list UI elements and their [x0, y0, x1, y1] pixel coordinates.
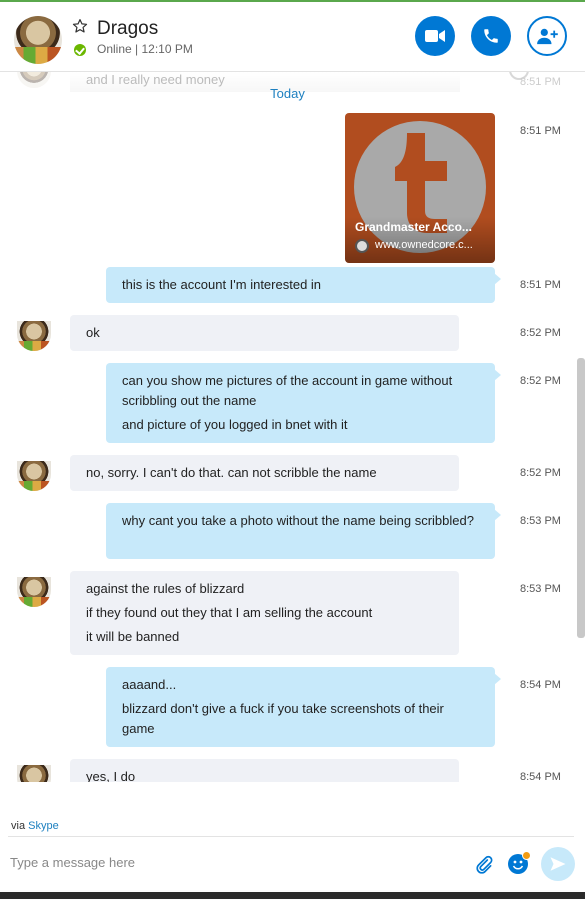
sender-avatar[interactable] [17, 577, 51, 607]
message-time: 8:51 PM [520, 76, 561, 88]
message-text: it will be banned [86, 629, 180, 644]
star-icon[interactable] [72, 18, 88, 34]
send-button[interactable] [541, 847, 575, 881]
outgoing-message[interactable]: aaaand... blizzard don't give a fuck if y… [106, 667, 501, 747]
link-url: www.ownedcore.c... [375, 239, 473, 251]
message-text: no, sorry. I can't do that. can not scri… [86, 465, 377, 480]
video-call-icon [425, 30, 445, 42]
conversation-header: Dragos Online | 12:10 PM [0, 2, 585, 72]
chat-window: Dragos Online | 12:10 PM and I really ne… [0, 0, 585, 899]
link-preview-card[interactable]: Grandmaster Acco... www.ownedcore.c... [345, 113, 495, 263]
sender-avatar[interactable] [17, 461, 51, 491]
message-text: against the rules of blizzard [86, 581, 245, 596]
message-text: can you show me pictures of the account … [122, 373, 453, 408]
incoming-message[interactable]: ok [70, 315, 459, 351]
compose-divider [8, 836, 574, 837]
online-check-icon [74, 44, 86, 56]
add-person-icon [537, 28, 558, 45]
scrollbar-thumb[interactable] [577, 358, 585, 638]
message-text: this is the account I'm interested in [122, 277, 322, 292]
video-call-button[interactable] [415, 16, 455, 56]
phone-icon [484, 29, 498, 43]
attach-icon[interactable] [474, 855, 494, 875]
message-time: 8:52 PM [520, 375, 561, 387]
sender-avatar[interactable] [17, 765, 51, 782]
add-people-button[interactable] [527, 16, 567, 56]
message-text: aaaand... [122, 677, 177, 692]
send-icon [550, 857, 566, 871]
message-time: 8:51 PM [520, 125, 561, 137]
message-time: 8:54 PM [520, 679, 561, 691]
skype-link[interactable]: Skype [28, 820, 59, 832]
message-text: if they found out they that I am selling… [86, 605, 373, 620]
incoming-message[interactable]: against the rules of blizzard if they fou… [70, 571, 459, 655]
message-text: blizzard don't give a fuck if you take s… [122, 701, 444, 736]
message-list[interactable]: and I really need money Today Grandmaste… [0, 72, 585, 782]
message-time: 8:52 PM [520, 467, 561, 479]
message-time: 8:51 PM [520, 279, 561, 291]
message-text: ok [86, 325, 100, 340]
contact-name[interactable]: Dragos [97, 18, 158, 40]
outgoing-message[interactable]: this is the account I'm interested in [106, 267, 501, 303]
message-text: yes, I do [86, 769, 136, 782]
message-time: 8:54 PM [520, 771, 561, 782]
message-text: why cant you take a photo without the na… [122, 513, 474, 528]
link-title: Grandmaster Acco... [355, 220, 472, 234]
message-time: 8:53 PM [520, 515, 561, 527]
outgoing-message[interactable]: can you show me pictures of the account … [106, 363, 501, 443]
outgoing-message[interactable]: why cant you take a photo without the na… [106, 503, 501, 559]
message-time: 8:52 PM [520, 327, 561, 339]
sender-avatar[interactable] [17, 321, 51, 351]
day-separator: Today [270, 86, 305, 101]
message-time: 8:53 PM [520, 583, 561, 595]
via-skype: via Skype [11, 820, 59, 832]
incoming-message[interactable]: yes, I do [70, 759, 459, 782]
bottom-bar [0, 892, 585, 899]
message-input[interactable] [10, 855, 410, 870]
contact-status: Online | 12:10 PM [97, 42, 193, 56]
contact-avatar[interactable] [14, 16, 62, 64]
audio-call-button[interactable] [471, 16, 511, 56]
globe-icon [355, 239, 369, 253]
message-text: and picture of you logged in bnet with i… [122, 417, 348, 432]
emoji-icon[interactable] [508, 851, 531, 874]
incoming-message[interactable]: no, sorry. I can't do that. can not scri… [70, 455, 459, 491]
